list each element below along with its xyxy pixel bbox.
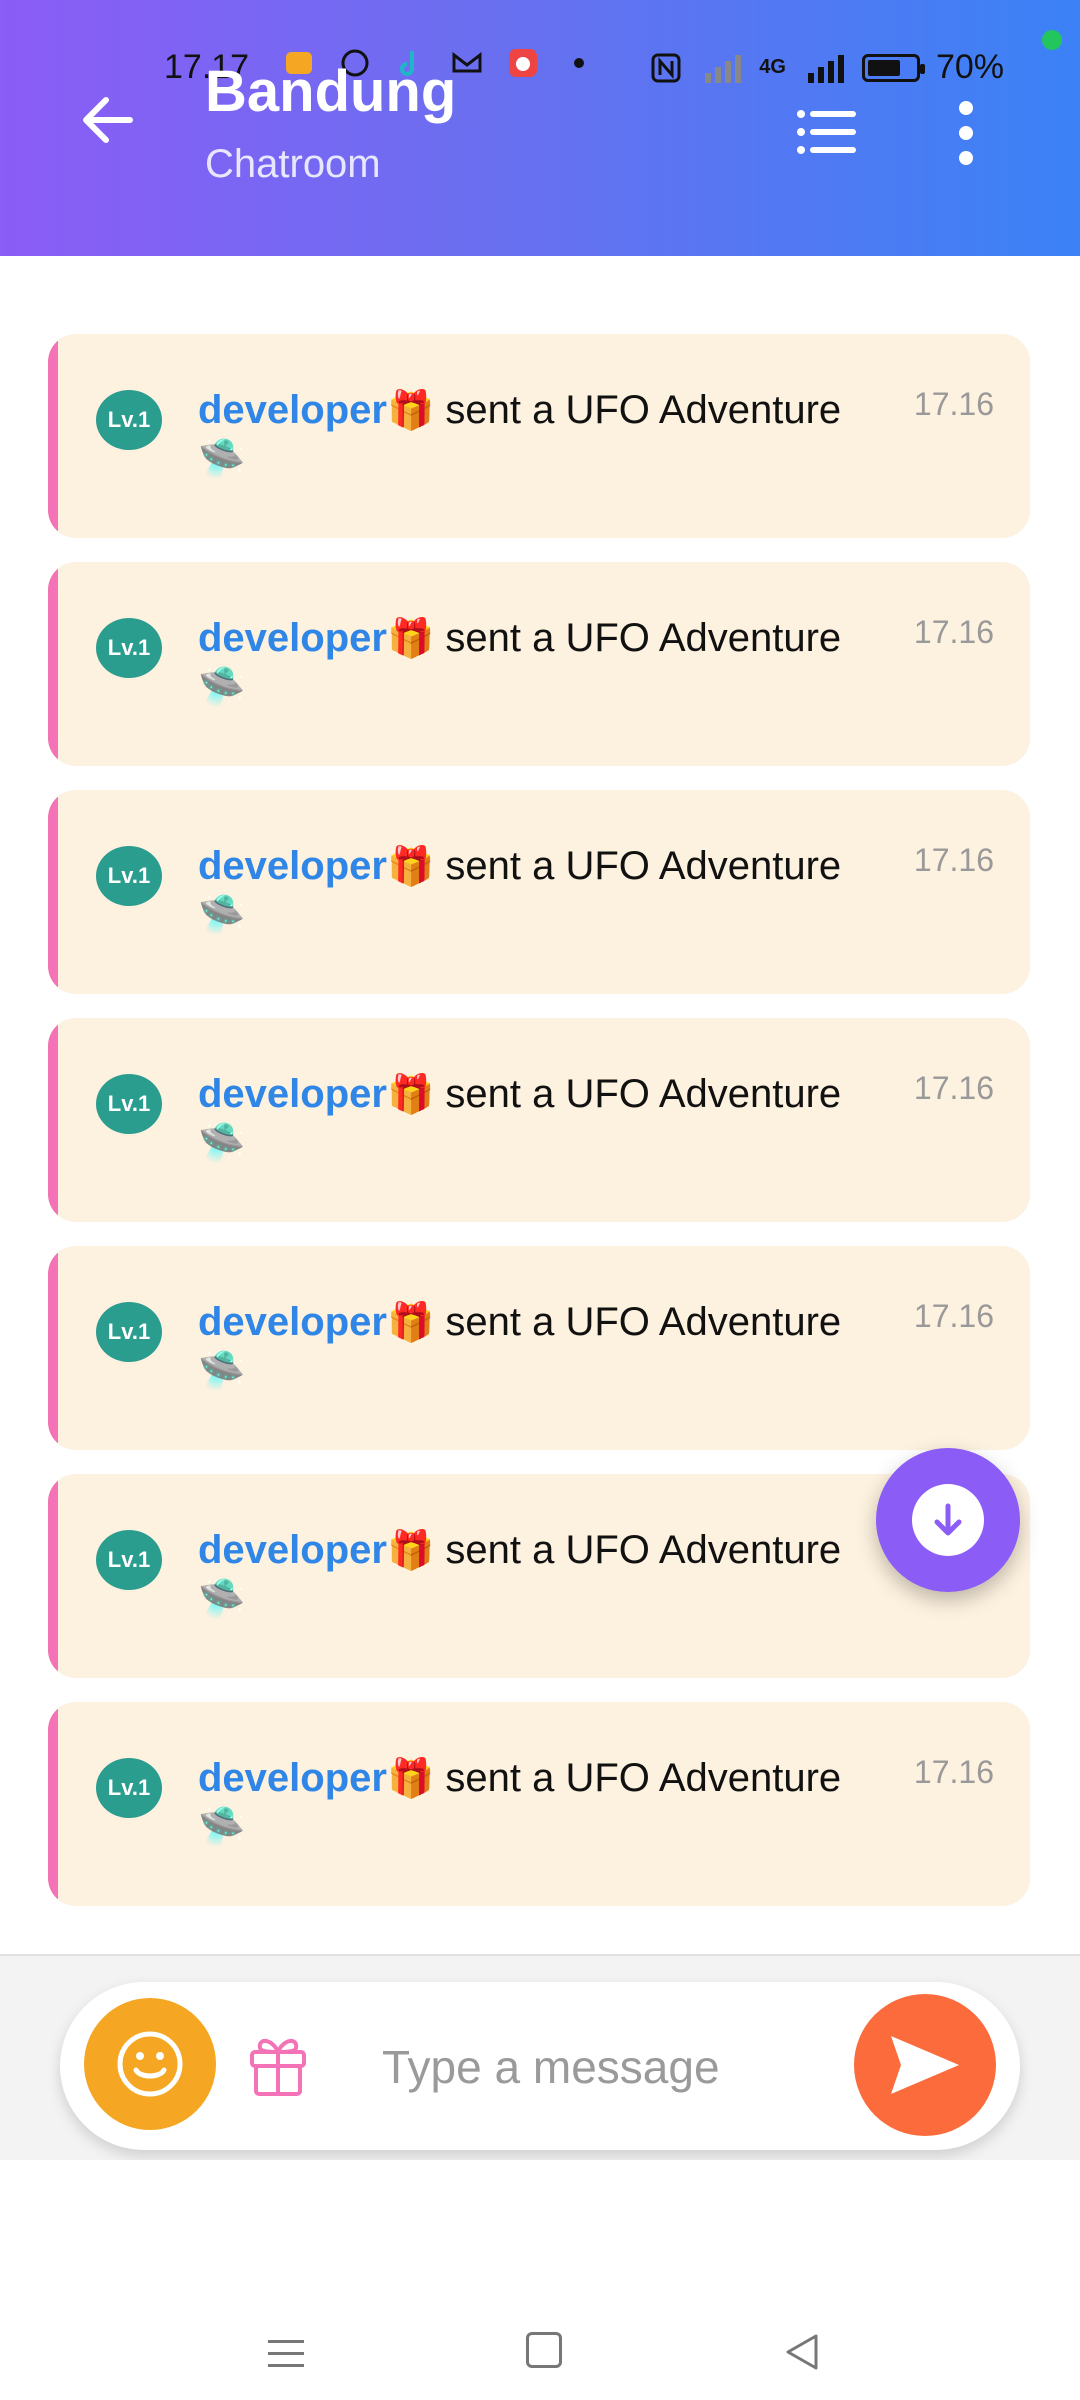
message-time: 17.16	[913, 1754, 994, 1790]
message-card: Lv.1 developer🎁 sent a UFO Adventure 🛸 17…	[48, 1246, 1030, 1450]
level-badge: Lv.1	[96, 618, 162, 678]
message-card: Lv.1 developer🎁 sent a UFO Adventure 🛸 17…	[48, 562, 1030, 766]
privacy-indicator-dot	[1042, 30, 1062, 50]
smiley-icon	[117, 2031, 183, 2097]
message-body: sent a UFO Adventure	[434, 1072, 842, 1116]
message-username[interactable]: developer	[198, 1756, 387, 1800]
gift-icon[interactable]	[246, 2030, 310, 2098]
signal-1-icon	[705, 54, 742, 83]
battery-fill	[867, 59, 900, 76]
message-username[interactable]: developer	[198, 616, 387, 660]
message-text: developer🎁 sent a UFO Adventure 🛸	[198, 384, 898, 485]
gift-emoji: 🎁	[386, 618, 435, 660]
message-input[interactable]	[380, 2034, 864, 2100]
status-right: 4G 70%	[649, 48, 1004, 87]
ufo-emoji: 🛸	[198, 1122, 246, 1164]
app-icon	[509, 49, 537, 77]
more-vertical-icon[interactable]	[946, 100, 986, 166]
message-list[interactable]: Lv.1 developer🎁 sent a UFO Adventure 🛸 17…	[0, 256, 1080, 1956]
message-time: 17.16	[913, 614, 994, 650]
arrow-down-circle-icon	[912, 1484, 984, 1556]
message-time: 17.16	[913, 386, 994, 422]
nfc-icon	[651, 53, 681, 82]
message-username[interactable]: developer	[198, 1300, 387, 1344]
message-body: sent a UFO Adventure	[434, 1300, 842, 1344]
network-type: 4G	[759, 56, 786, 78]
message-card: Lv.1 developer🎁 sent a UFO Adventure 🛸 17…	[48, 1702, 1030, 1906]
message-username[interactable]: developer	[198, 844, 387, 888]
gift-emoji: 🎁	[386, 390, 435, 432]
gift-emoji: 🎁	[386, 846, 435, 888]
emoji-button[interactable]	[84, 1998, 216, 2130]
status-bar: 17.17 4G 70%	[0, 48, 1080, 98]
message-username[interactable]: developer	[198, 388, 387, 432]
ufo-emoji: 🛸	[198, 666, 246, 708]
message-body: sent a UFO Adventure	[434, 388, 842, 432]
system-nav-bar	[0, 2160, 1080, 2400]
level-badge: Lv.1	[96, 1758, 162, 1818]
ufo-emoji: 🛸	[198, 894, 246, 936]
message-card: Lv.1 developer🎁 sent a UFO Adventure 🛸 17…	[48, 790, 1030, 994]
ufo-emoji: 🛸	[198, 1350, 246, 1392]
message-body: sent a UFO Adventure	[434, 1528, 842, 1572]
system-back-icon[interactable]	[782, 2332, 822, 2372]
level-badge: Lv.1	[96, 1302, 162, 1362]
message-body: sent a UFO Adventure	[434, 844, 842, 888]
message-time: 17.16	[913, 842, 994, 878]
scroll-to-bottom-button[interactable]	[876, 1448, 1020, 1592]
level-badge: Lv.1	[96, 846, 162, 906]
recent-apps-icon[interactable]	[266, 2336, 306, 2372]
message-text: developer🎁 sent a UFO Adventure 🛸	[198, 1068, 898, 1169]
message-card: Lv.1 developer🎁 sent a UFO Adventure 🛸 17…	[48, 334, 1030, 538]
gift-emoji: 🎁	[386, 1302, 435, 1344]
signal-2-icon	[807, 54, 844, 83]
message-text: developer🎁 sent a UFO Adventure 🛸	[198, 1524, 898, 1625]
back-arrow-icon[interactable]	[76, 88, 140, 152]
list-icon[interactable]	[796, 108, 856, 156]
composer-area	[0, 1954, 1080, 2162]
message-body: sent a UFO Adventure	[434, 616, 842, 660]
message-body: sent a UFO Adventure	[434, 1756, 842, 1800]
chat-title: Bandung	[205, 59, 457, 124]
send-icon	[891, 2036, 959, 2094]
message-text: developer🎁 sent a UFO Adventure 🛸	[198, 1752, 898, 1853]
message-username[interactable]: developer	[198, 1072, 387, 1116]
level-badge: Lv.1	[96, 390, 162, 450]
battery-icon	[861, 53, 925, 82]
home-icon[interactable]	[526, 2332, 562, 2368]
message-card: Lv.1 developer🎁 sent a UFO Adventure 🛸 17…	[48, 1018, 1030, 1222]
message-composer	[60, 1982, 1020, 2150]
gift-emoji: 🎁	[386, 1758, 435, 1800]
more-notifications-dot-icon	[574, 58, 584, 68]
gift-emoji: 🎁	[386, 1074, 435, 1116]
level-badge: Lv.1	[96, 1530, 162, 1590]
message-text: developer🎁 sent a UFO Adventure 🛸	[198, 612, 898, 713]
gift-emoji: 🎁	[386, 1530, 435, 1572]
app-header: 17.17 4G 70% Bandung Chatroom	[0, 0, 1080, 256]
battery-percent: 70%	[935, 48, 1004, 86]
message-time: 17.16	[913, 1070, 994, 1106]
message-text: developer🎁 sent a UFO Adventure 🛸	[198, 1296, 898, 1397]
chat-subtitle: Chatroom	[205, 142, 381, 186]
send-button[interactable]	[854, 1994, 996, 2136]
ufo-emoji: 🛸	[198, 1578, 246, 1620]
level-badge: Lv.1	[96, 1074, 162, 1134]
message-text: developer🎁 sent a UFO Adventure 🛸	[198, 840, 898, 941]
ufo-emoji: 🛸	[198, 438, 246, 480]
message-username[interactable]: developer	[198, 1528, 387, 1572]
message-time: 17.16	[913, 1298, 994, 1334]
ufo-emoji: 🛸	[198, 1806, 246, 1848]
